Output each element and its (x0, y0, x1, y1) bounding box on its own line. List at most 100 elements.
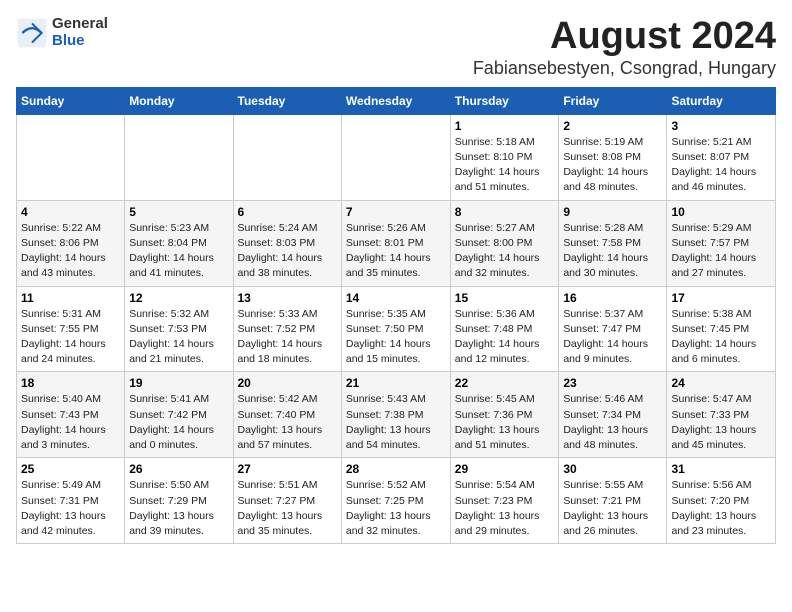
calendar-week-row: 11 Sunrise: 5:31 AM Sunset: 7:55 PM Dayli… (17, 286, 776, 372)
day-info: Sunrise: 5:37 AM Sunset: 7:47 PM Dayligh… (563, 307, 662, 368)
day-info: Sunrise: 5:18 AM Sunset: 8:10 PM Dayligh… (455, 135, 555, 196)
day-number: 30 (563, 462, 662, 476)
calendar-cell: 16Sunrise: 5:37 AM Sunset: 7:47 PM Dayli… (559, 286, 667, 372)
day-info: Sunrise: 5:40 AM Sunset: 7:43 PM Dayligh… (21, 392, 120, 453)
day-info: Sunrise: 5:47 AM Sunset: 7:33 PM Dayligh… (671, 392, 771, 453)
calendar-cell: 20 Sunrise: 5:42 AM Sunset: 7:40 PM Dayli… (233, 372, 341, 458)
calendar-cell (17, 114, 125, 200)
day-info: Sunrise: 5:54 AM Sunset: 7:23 PM Dayligh… (455, 478, 555, 539)
day-info: Sunrise: 5:26 AM Sunset: 8:01 PM Dayligh… (346, 221, 446, 282)
calendar-week-row: 18 Sunrise: 5:40 AM Sunset: 7:43 PM Dayli… (17, 372, 776, 458)
day-number: 11 (21, 291, 120, 305)
logo-text: General Blue (52, 16, 108, 49)
day-number: 25 (21, 462, 120, 476)
day-info: Sunrise: 5:52 AM Sunset: 7:25 PM Dayligh… (346, 478, 446, 539)
calendar-cell: 25Sunrise: 5:49 AM Sunset: 7:31 PM Dayli… (17, 458, 125, 544)
page-header: General Blue August 2024 Fabiansebestyen… (16, 16, 776, 79)
logo-icon (16, 17, 48, 49)
day-info: Sunrise: 5:55 AM Sunset: 7:21 PM Dayligh… (563, 478, 662, 539)
location-title: Fabiansebestyen, Csongrad, Hungary (473, 58, 776, 79)
logo: General Blue (16, 16, 108, 49)
day-number: 17 (671, 291, 771, 305)
day-number: 24 (671, 376, 771, 390)
weekday-header: Saturday (667, 87, 776, 114)
calendar-week-row: 1Sunrise: 5:18 AM Sunset: 8:10 PM Daylig… (17, 114, 776, 200)
day-number: 22 (455, 376, 555, 390)
calendar-cell: 27Sunrise: 5:51 AM Sunset: 7:27 PM Dayli… (233, 458, 341, 544)
day-number: 21 (346, 376, 446, 390)
day-number: 29 (455, 462, 555, 476)
calendar-cell: 31 Sunrise: 5:56 AM Sunset: 7:20 PM Dayli… (667, 458, 776, 544)
calendar-cell: 2 Sunrise: 5:19 AM Sunset: 8:08 PM Daylig… (559, 114, 667, 200)
day-info: Sunrise: 5:42 AM Sunset: 7:40 PM Dayligh… (238, 392, 337, 453)
calendar-cell (341, 114, 450, 200)
day-info: Sunrise: 5:31 AM Sunset: 7:55 PM Dayligh… (21, 307, 120, 368)
day-info: Sunrise: 5:19 AM Sunset: 8:08 PM Dayligh… (563, 135, 662, 196)
day-number: 14 (346, 291, 446, 305)
weekday-header: Tuesday (233, 87, 341, 114)
calendar-cell: 14 Sunrise: 5:35 AM Sunset: 7:50 PM Dayli… (341, 286, 450, 372)
weekday-header: Thursday (450, 87, 559, 114)
title-section: August 2024 Fabiansebestyen, Csongrad, H… (473, 16, 776, 79)
calendar-cell: 4 Sunrise: 5:22 AM Sunset: 8:06 PM Daylig… (17, 200, 125, 286)
day-number: 7 (346, 205, 446, 219)
day-number: 2 (563, 119, 662, 133)
day-info: Sunrise: 5:56 AM Sunset: 7:20 PM Dayligh… (671, 478, 771, 539)
day-number: 6 (238, 205, 337, 219)
calendar-cell: 24 Sunrise: 5:47 AM Sunset: 7:33 PM Dayli… (667, 372, 776, 458)
calendar-cell: 1Sunrise: 5:18 AM Sunset: 8:10 PM Daylig… (450, 114, 559, 200)
day-info: Sunrise: 5:36 AM Sunset: 7:48 PM Dayligh… (455, 307, 555, 368)
calendar-cell (233, 114, 341, 200)
day-number: 18 (21, 376, 120, 390)
calendar-cell: 29 Sunrise: 5:54 AM Sunset: 7:23 PM Dayli… (450, 458, 559, 544)
day-info: Sunrise: 5:35 AM Sunset: 7:50 PM Dayligh… (346, 307, 446, 368)
calendar-cell: 30 Sunrise: 5:55 AM Sunset: 7:21 PM Dayli… (559, 458, 667, 544)
calendar-cell: 15 Sunrise: 5:36 AM Sunset: 7:48 PM Dayli… (450, 286, 559, 372)
day-info: Sunrise: 5:45 AM Sunset: 7:36 PM Dayligh… (455, 392, 555, 453)
day-number: 28 (346, 462, 446, 476)
day-info: Sunrise: 5:21 AM Sunset: 8:07 PM Dayligh… (671, 135, 771, 196)
day-number: 3 (671, 119, 771, 133)
weekday-header: Wednesday (341, 87, 450, 114)
calendar-cell: 13Sunrise: 5:33 AM Sunset: 7:52 PM Dayli… (233, 286, 341, 372)
weekday-header: Friday (559, 87, 667, 114)
day-info: Sunrise: 5:38 AM Sunset: 7:45 PM Dayligh… (671, 307, 771, 368)
day-number: 12 (129, 291, 228, 305)
day-info: Sunrise: 5:32 AM Sunset: 7:53 PM Dayligh… (129, 307, 228, 368)
day-info: Sunrise: 5:22 AM Sunset: 8:06 PM Dayligh… (21, 221, 120, 282)
day-info: Sunrise: 5:23 AM Sunset: 8:04 PM Dayligh… (129, 221, 228, 282)
calendar-cell: 28 Sunrise: 5:52 AM Sunset: 7:25 PM Dayli… (341, 458, 450, 544)
calendar-cell: 3 Sunrise: 5:21 AM Sunset: 8:07 PM Daylig… (667, 114, 776, 200)
day-info: Sunrise: 5:27 AM Sunset: 8:00 PM Dayligh… (455, 221, 555, 282)
calendar-cell: 10 Sunrise: 5:29 AM Sunset: 7:57 PM Dayli… (667, 200, 776, 286)
calendar-cell: 22 Sunrise: 5:45 AM Sunset: 7:36 PM Dayli… (450, 372, 559, 458)
day-info: Sunrise: 5:50 AM Sunset: 7:29 PM Dayligh… (129, 478, 228, 539)
day-number: 8 (455, 205, 555, 219)
day-number: 4 (21, 205, 120, 219)
calendar-week-row: 4 Sunrise: 5:22 AM Sunset: 8:06 PM Daylig… (17, 200, 776, 286)
weekday-header-row: SundayMondayTuesdayWednesdayThursdayFrid… (17, 87, 776, 114)
day-number: 9 (563, 205, 662, 219)
weekday-header: Sunday (17, 87, 125, 114)
calendar-week-row: 25Sunrise: 5:49 AM Sunset: 7:31 PM Dayli… (17, 458, 776, 544)
calendar-cell (125, 114, 233, 200)
month-title: August 2024 (473, 16, 776, 58)
weekday-header: Monday (125, 87, 233, 114)
logo-blue: Blue (52, 33, 108, 50)
day-number: 20 (238, 376, 337, 390)
day-info: Sunrise: 5:28 AM Sunset: 7:58 PM Dayligh… (563, 221, 662, 282)
calendar-table: SundayMondayTuesdayWednesdayThursdayFrid… (16, 87, 776, 544)
day-info: Sunrise: 5:24 AM Sunset: 8:03 PM Dayligh… (238, 221, 337, 282)
calendar-cell: 8 Sunrise: 5:27 AM Sunset: 8:00 PM Daylig… (450, 200, 559, 286)
calendar-cell: 7 Sunrise: 5:26 AM Sunset: 8:01 PM Daylig… (341, 200, 450, 286)
day-info: Sunrise: 5:29 AM Sunset: 7:57 PM Dayligh… (671, 221, 771, 282)
day-number: 10 (671, 205, 771, 219)
day-info: Sunrise: 5:46 AM Sunset: 7:34 PM Dayligh… (563, 392, 662, 453)
day-info: Sunrise: 5:43 AM Sunset: 7:38 PM Dayligh… (346, 392, 446, 453)
day-number: 5 (129, 205, 228, 219)
calendar-cell: 9 Sunrise: 5:28 AM Sunset: 7:58 PM Daylig… (559, 200, 667, 286)
day-number: 13 (238, 291, 337, 305)
logo-general: General (52, 16, 108, 33)
day-number: 31 (671, 462, 771, 476)
day-number: 15 (455, 291, 555, 305)
